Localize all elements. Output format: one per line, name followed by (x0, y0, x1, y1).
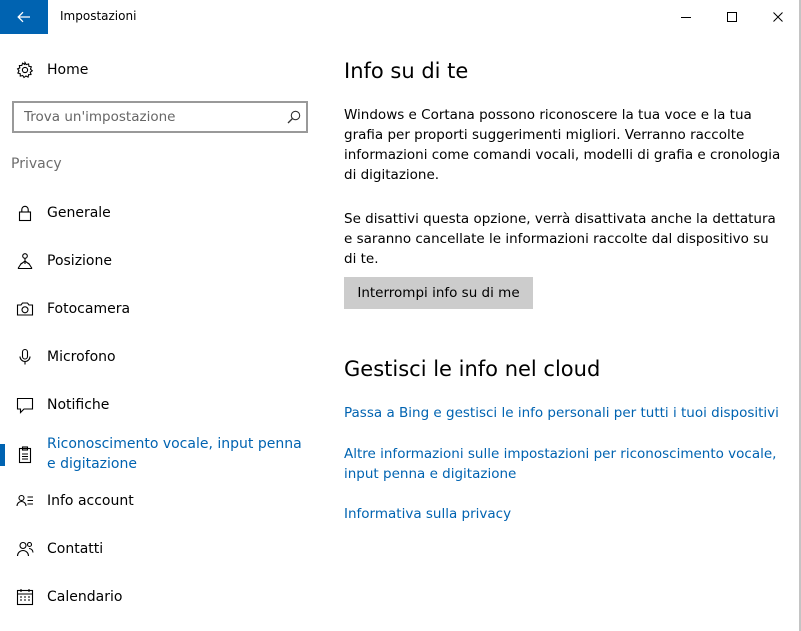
back-button[interactable] (0, 0, 48, 34)
sidebar-item-label: Fotocamera (47, 301, 131, 317)
privacy-policy-link[interactable]: Informativa sulla privacy (344, 504, 784, 524)
search-icon[interactable] (286, 109, 302, 125)
sidebar-item-contatti[interactable]: Contatti (0, 528, 322, 570)
section-title-cloud: Gestisci le info nel cloud (344, 357, 601, 381)
minimize-icon (681, 17, 691, 18)
minimize-button[interactable] (663, 0, 709, 34)
section-label-privacy: Privacy (11, 156, 62, 172)
sidebar-item-info-account[interactable]: Info account (0, 480, 322, 522)
sidebar-item-label: Generale (47, 205, 111, 221)
calendar-icon (15, 587, 35, 607)
sidebar-item-label: Contatti (47, 541, 104, 557)
lock-icon (15, 203, 35, 223)
warning-paragraph: Se disattivi questa opzione, verrà disat… (344, 211, 776, 267)
sidebar-item-label: Home (47, 62, 89, 78)
sidebar-item-label: Posizione (47, 253, 112, 269)
sidebar-item-riconoscimento-vocale[interactable]: Riconoscimento vocale, input penna e dig… (0, 432, 322, 480)
sidebar-item-label: Microfono (47, 349, 116, 365)
page-title: Info su di te (344, 59, 469, 83)
camera-icon (15, 299, 35, 319)
search-box[interactable] (12, 101, 308, 133)
sidebar-item-posizione[interactable]: Posizione (0, 240, 322, 282)
contacts-icon (15, 539, 35, 559)
search-input[interactable] (14, 103, 278, 131)
sidebar-item-fotocamera[interactable]: Fotocamera (0, 288, 322, 330)
more-info-link[interactable]: Altre informazioni sulle impostazioni pe… (344, 444, 784, 484)
sidebar-item-notifiche[interactable]: Notifiche (0, 384, 322, 426)
gear-icon (15, 60, 35, 80)
close-icon (773, 12, 783, 22)
sidebar-item-calendario[interactable]: Calendario (0, 576, 322, 618)
sidebar-item-label: Calendario (47, 589, 123, 605)
notification-icon (15, 395, 35, 415)
account-info-icon (15, 491, 35, 511)
bing-personal-info-link[interactable]: Passa a Bing e gestisci le info personal… (344, 403, 784, 423)
sidebar: Home Privacy Generale (0, 34, 322, 631)
description-paragraph: Windows e Cortana possono riconoscere la… (344, 107, 781, 183)
window-title: Impostazioni (60, 9, 137, 23)
sidebar-item-generale[interactable]: Generale (0, 192, 322, 234)
sidebar-item-microfono[interactable]: Microfono (0, 336, 322, 378)
close-button[interactable] (755, 0, 801, 34)
microphone-icon (15, 347, 35, 367)
sidebar-item-label: Notifiche (47, 397, 110, 413)
title-bar: Impostazioni (0, 0, 801, 34)
location-person-icon (15, 251, 35, 271)
back-arrow-icon (17, 11, 30, 23)
stop-info-button[interactable]: Interrompi info su di me (344, 277, 533, 309)
sidebar-item-home[interactable]: Home (0, 54, 322, 86)
active-indicator (0, 444, 5, 466)
clipboard-icon (15, 445, 35, 465)
sidebar-item-label: Info account (47, 493, 134, 509)
maximize-button[interactable] (709, 0, 755, 34)
maximize-icon (727, 12, 737, 22)
sidebar-item-label: Riconoscimento vocale, input penna e dig… (47, 436, 302, 472)
